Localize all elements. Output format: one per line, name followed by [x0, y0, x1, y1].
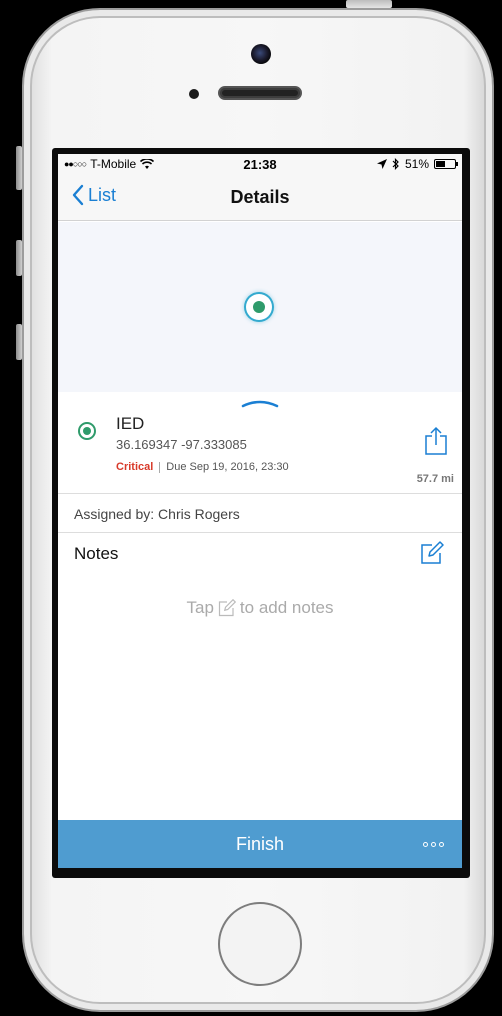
status-bar: ●●○○○ T-Mobile 21:38 51% [58, 154, 462, 174]
map-pin-center [253, 301, 265, 313]
more-dot [423, 842, 428, 847]
status-circle-icon [78, 422, 96, 440]
finish-button[interactable]: Finish [58, 834, 462, 855]
power-button [346, 0, 392, 8]
notes-hint-suffix: to add notes [239, 598, 334, 617]
home-button[interactable] [218, 902, 302, 986]
volume-down-button [16, 324, 22, 360]
location-arrow-icon [376, 159, 387, 169]
proximity-sensor [189, 89, 199, 99]
distance-label: 57.7 mi [416, 473, 454, 485]
bottom-action-bar: Finish [58, 820, 462, 868]
battery-fill [436, 161, 446, 167]
status-right: 51% [376, 157, 458, 171]
share-icon[interactable] [424, 426, 448, 456]
navigation-bar: List Details [58, 174, 462, 221]
page-title: Details [230, 187, 290, 207]
item-coordinates: 36.169347 -97.333085 [116, 437, 247, 452]
edit-notes-icon[interactable] [420, 541, 444, 565]
priority-badge: Critical [116, 461, 154, 473]
meta-separator [159, 461, 161, 473]
battery-icon [434, 159, 458, 169]
map-location-pin[interactable] [246, 294, 272, 320]
volume-up-button [16, 240, 22, 276]
status-circle-dot [83, 427, 91, 435]
map-view[interactable] [58, 222, 462, 408]
bluetooth-icon [392, 158, 399, 170]
item-title: IED [116, 414, 145, 433]
drag-handle-icon[interactable] [241, 398, 279, 408]
notes-hint-prefix: Tap [186, 598, 214, 617]
due-date: Due Sep 19, 2016, 23:30 [166, 461, 289, 473]
divider [58, 493, 462, 494]
mute-switch [16, 146, 22, 190]
assigned-by: Assigned by: Chris Rogers [74, 506, 240, 522]
notes-empty-hint[interactable]: Tap to add notes [58, 598, 462, 618]
battery-percent: 51% [404, 157, 429, 171]
app-screen: ●●○○○ T-Mobile 21:38 51% List Details IE… [58, 154, 462, 868]
more-dot [439, 842, 444, 847]
more-options-icon[interactable] [423, 842, 444, 847]
notes-title: Notes [74, 544, 119, 563]
more-dot [431, 842, 436, 847]
front-camera [251, 44, 271, 64]
divider [58, 532, 462, 533]
item-meta: Critical Due Sep 19, 2016, 23:30 [116, 461, 289, 473]
earpiece-speaker [218, 86, 302, 100]
edit-note-icon [218, 599, 236, 617]
